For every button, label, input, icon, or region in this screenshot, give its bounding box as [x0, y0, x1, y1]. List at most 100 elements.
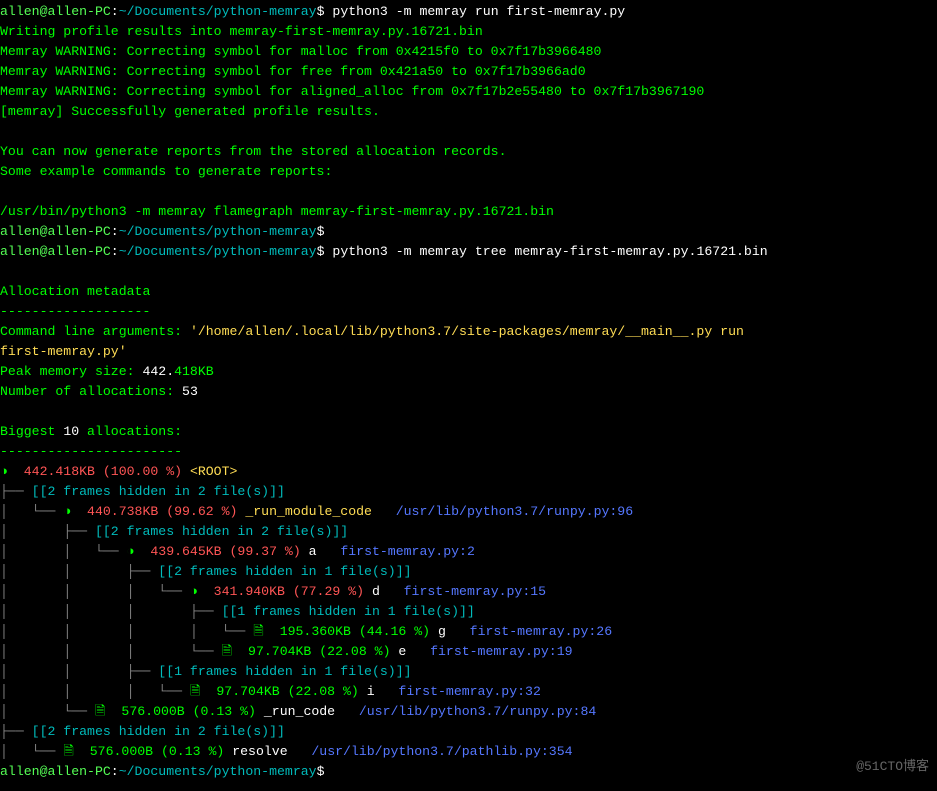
- tree-size: 440.738KB (99.62 %): [79, 504, 245, 519]
- prompt-dollar: $: [317, 764, 325, 779]
- cli-args-line: Command line arguments: '/home/allen/.lo…: [0, 322, 937, 342]
- refresh-icon: ◑: [63, 504, 79, 519]
- blank-line: [0, 402, 937, 422]
- biggest-n: 10: [63, 424, 79, 439]
- command-text[interactable]: python3 -m memray tree memray-first-memr…: [325, 244, 768, 259]
- prompt-path: ~/Documents/python-memray: [119, 224, 317, 239]
- doc-icon: 🗎: [95, 704, 114, 719]
- prompt-path: ~/Documents/python-memray: [119, 244, 317, 259]
- biggest-separator: -----------------------: [0, 442, 937, 462]
- cli-label: Command line arguments:: [0, 324, 190, 339]
- peak-num: 442.: [142, 364, 174, 379]
- tree-hidden: │ │ │ ├── [[1 frames hidden in 1 file(s)…: [0, 602, 937, 622]
- tree-size: 97.704KB (22.08 %): [240, 644, 398, 659]
- tree-func: _run_module_code: [245, 504, 372, 519]
- tree-func: a: [309, 544, 317, 559]
- tree-func: _run_code: [264, 704, 335, 719]
- prompt-colon: :: [111, 224, 119, 239]
- prompt-user: allen@allen-PC: [0, 244, 111, 259]
- tree-root: ◑ 442.418KB (100.00 %) <ROOT>: [0, 462, 937, 482]
- tree-hidden-text: [[2 frames hidden in 2 file(s)]]: [32, 724, 285, 739]
- prompt-user: allen@allen-PC: [0, 4, 111, 19]
- output-line: Some example commands to generate report…: [0, 162, 937, 182]
- terminal-line: allen@allen-PC:~/Documents/python-memray…: [0, 242, 937, 262]
- output-line: You can now generate reports from the st…: [0, 142, 937, 162]
- prompt-dollar: $: [317, 244, 325, 259]
- tree-size: 442.418KB (100.00 %): [16, 464, 190, 479]
- tree-node: │ └── 🗎 576.000B (0.13 %) resolve /usr/l…: [0, 742, 937, 762]
- tree-func: g: [438, 624, 446, 639]
- tree-size: 195.360KB (44.16 %): [272, 624, 438, 639]
- tree-size: 576.000B (0.13 %): [82, 744, 232, 759]
- tree-loc: first-memray.py:2: [340, 544, 475, 559]
- meta-header: Allocation metadata: [0, 282, 937, 302]
- doc-icon: 🗎: [253, 624, 272, 639]
- tree-node: │ │ │ └── 🗎 97.704KB (22.08 %) e first-m…: [0, 642, 937, 662]
- tree-loc: first-memray.py:19: [430, 644, 572, 659]
- alloc-label: Number of allocations:: [0, 384, 182, 399]
- tree-branch: ├──: [0, 484, 32, 499]
- prompt-dollar: $: [317, 224, 325, 239]
- peak-rest: 418KB: [174, 364, 214, 379]
- biggest-line: Biggest 10 allocations:: [0, 422, 937, 442]
- output-line: [memray] Successfully generated profile …: [0, 102, 937, 122]
- tree-hidden-text: [[2 frames hidden in 2 file(s)]]: [32, 484, 285, 499]
- tree-node: │ └── 🗎 576.000B (0.13 %) _run_code /usr…: [0, 702, 937, 722]
- prompt-user: allen@allen-PC: [0, 764, 111, 779]
- tree-func: resolve: [232, 744, 287, 759]
- output-line: /usr/bin/python3 -m memray flamegraph me…: [0, 202, 937, 222]
- output-line: Memray WARNING: Correcting symbol for fr…: [0, 62, 937, 82]
- tree-loc: first-memray.py:26: [470, 624, 612, 639]
- tree-loc: /usr/lib/python3.7/runpy.py:96: [396, 504, 633, 519]
- doc-icon: 🗎: [63, 744, 82, 759]
- prompt-path: ~/Documents/python-memray: [119, 4, 317, 19]
- tree-hidden: │ ├── [[2 frames hidden in 2 file(s)]]: [0, 522, 937, 542]
- tree-hidden: │ │ ├── [[2 frames hidden in 1 file(s)]]: [0, 562, 937, 582]
- tree-node: │ │ │ └── 🗎 97.704KB (22.08 %) i first-m…: [0, 682, 937, 702]
- biggest-a: Biggest: [0, 424, 63, 439]
- refresh-icon: ◑: [127, 544, 143, 559]
- watermark-text: @51CTO博客: [856, 757, 929, 777]
- prompt-dollar: $: [317, 4, 325, 19]
- tree-hidden-text: [[2 frames hidden in 1 file(s)]]: [158, 564, 411, 579]
- blank-line: [0, 182, 937, 202]
- prompt-colon: :: [111, 4, 119, 19]
- tree-size: 341.940KB (77.29 %): [206, 584, 372, 599]
- peak-memory-line: Peak memory size: 442.418KB: [0, 362, 937, 382]
- alloc-num: 53: [182, 384, 198, 399]
- command-text[interactable]: python3 -m memray run first-memray.py: [325, 4, 626, 19]
- terminal-line: allen@allen-PC:~/Documents/python-memray…: [0, 762, 937, 782]
- tree-hidden-text: [[1 frames hidden in 1 file(s)]]: [158, 664, 411, 679]
- tree-size: 97.704KB (22.08 %): [208, 684, 366, 699]
- blank-line: [0, 122, 937, 142]
- terminal-line: allen@allen-PC:~/Documents/python-memray…: [0, 222, 937, 242]
- output-line: Memray WARNING: Correcting symbol for al…: [0, 82, 937, 102]
- prompt-path: ~/Documents/python-memray: [119, 764, 317, 779]
- tree-size: 439.645KB (99.37 %): [142, 544, 308, 559]
- prompt-user: allen@allen-PC: [0, 224, 111, 239]
- tree-node: │ │ │ └── ◑ 341.940KB (77.29 %) d first-…: [0, 582, 937, 602]
- alloc-count-line: Number of allocations: 53: [0, 382, 937, 402]
- prompt-colon: :: [111, 764, 119, 779]
- tree-hidden: ├── [[2 frames hidden in 2 file(s)]]: [0, 722, 937, 742]
- terminal-line: allen@allen-PC:~/Documents/python-memray…: [0, 2, 937, 22]
- refresh-icon: ◑: [190, 584, 206, 599]
- tree-hidden: │ │ ├── [[1 frames hidden in 1 file(s)]]: [0, 662, 937, 682]
- peak-label: Peak memory size:: [0, 364, 142, 379]
- refresh-icon: ◑: [0, 464, 16, 479]
- output-line: Memray WARNING: Correcting symbol for ma…: [0, 42, 937, 62]
- tree-loc: first-memray.py:15: [404, 584, 546, 599]
- cli-value-cont: first-memray.py': [0, 342, 937, 362]
- tree-func: i: [367, 684, 375, 699]
- tree-node: │ └── ◑ 440.738KB (99.62 %) _run_module_…: [0, 502, 937, 522]
- blank-line: [0, 262, 937, 282]
- prompt-colon: :: [111, 244, 119, 259]
- tree-func: d: [372, 584, 380, 599]
- tree-node: │ │ │ │ └── 🗎 195.360KB (44.16 %) g firs…: [0, 622, 937, 642]
- tree-node: │ │ └── ◑ 439.645KB (99.37 %) a first-me…: [0, 542, 937, 562]
- tree-hidden-text: [[2 frames hidden in 2 file(s)]]: [95, 524, 348, 539]
- tree-hidden-text: [[1 frames hidden in 1 file(s)]]: [222, 604, 475, 619]
- tree-root-label: <ROOT>: [190, 464, 237, 479]
- tree-loc: /usr/lib/python3.7/pathlib.py:354: [311, 744, 572, 759]
- tree-loc: first-memray.py:32: [398, 684, 540, 699]
